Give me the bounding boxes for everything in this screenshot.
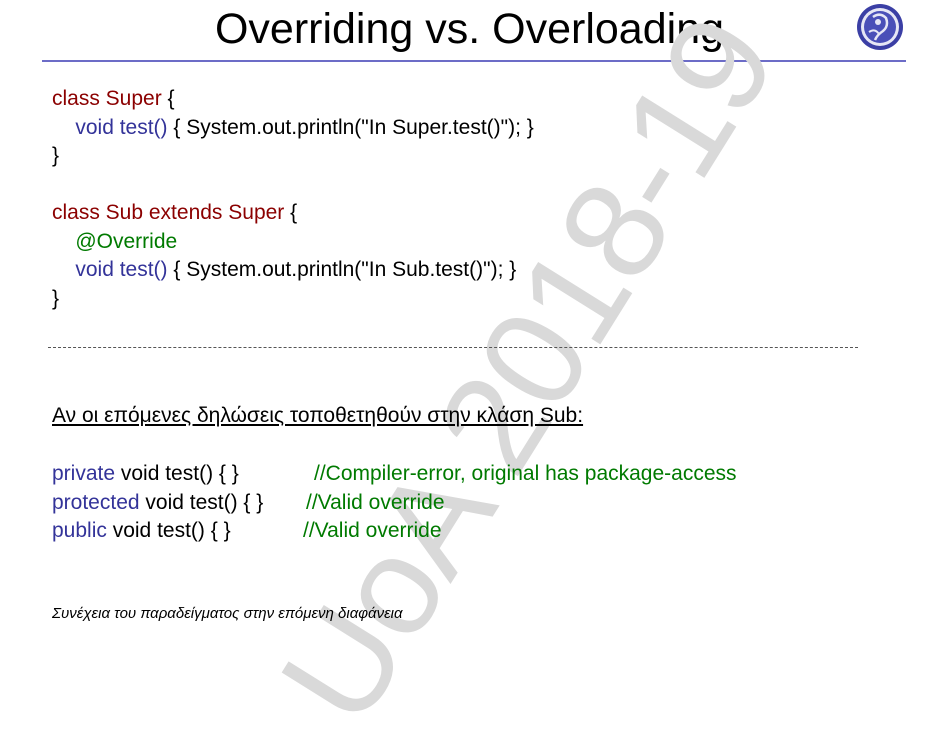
code-line-sub-decl: class Sub extends Super {	[52, 201, 298, 224]
title-divider	[42, 60, 906, 62]
comment: //Valid override	[303, 519, 442, 542]
code-line-annotation: @Override	[75, 229, 178, 253]
section-heading: Αν οι επόμενες δηλώσεις τοποθετηθούν στη…	[52, 404, 584, 427]
university-seal-icon	[857, 4, 903, 50]
code-block: class Super { void test() { System.out.p…	[52, 85, 534, 313]
code-line-sub-close: }	[52, 286, 60, 310]
comment: //Valid override	[306, 490, 445, 514]
code-line-super-method: void test() { System.out.println("In Sup…	[75, 115, 534, 139]
slide-title: Overriding vs. Overloading	[214, 5, 725, 53]
code-line-sub-method: void test() { System.out.println("In Sub…	[75, 258, 517, 281]
code-line-super-decl: class Super {	[52, 87, 175, 110]
declaration-private: private void test() { } //Compiler-error…	[52, 460, 737, 489]
declaration-protected: protected void test() { } //Valid overri…	[52, 489, 445, 518]
comment: //Compiler-error, original has package-a…	[314, 462, 737, 485]
declaration-public: public void test() { } //Valid override	[52, 517, 442, 546]
footer-note: Συνέχεια του παραδείγματος στην επόμενη …	[52, 605, 403, 622]
section-divider	[48, 347, 858, 348]
declarations-list: private void test() { } //Compiler-error…	[52, 460, 737, 546]
code-line-super-close: }	[52, 144, 60, 167]
